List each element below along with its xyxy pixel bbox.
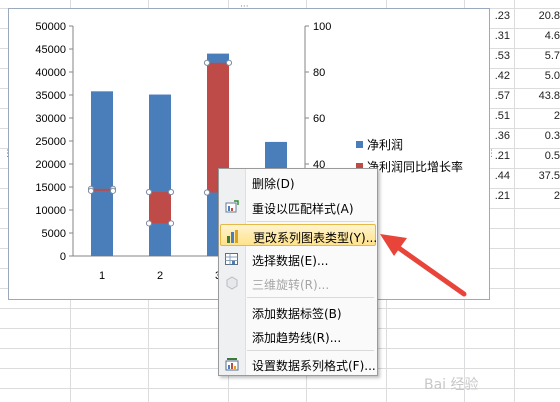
cell-e6[interactable]: .51 xyxy=(490,110,510,122)
y-left-tick-label: 15000 xyxy=(35,182,66,194)
cell-f5[interactable]: 43.8 xyxy=(520,90,560,102)
reset-style-icon xyxy=(225,200,239,213)
cell-f8[interactable]: 0.5 xyxy=(520,150,560,162)
series-selection-handle xyxy=(145,220,153,227)
chart-resize-handle-left[interactable]: ⋮ xyxy=(3,150,12,159)
cell-e1[interactable]: .23 xyxy=(490,10,510,22)
bar-chart-icon xyxy=(227,230,238,243)
format-series-icon xyxy=(225,358,239,371)
y-left-tick-label: 50000 xyxy=(35,21,66,33)
y-left-tick-label: 40000 xyxy=(35,67,66,79)
cell-f7[interactable]: 0.3 xyxy=(520,130,560,142)
menu-item-format-data-series[interactable]: 设置数据系列格式(F)... xyxy=(220,353,376,375)
cell-f2[interactable]: 4.6 xyxy=(520,30,560,42)
menu-item-label: 更改系列图表类型(Y)... xyxy=(253,231,378,245)
series-selection-handle xyxy=(167,188,175,196)
cell-e4[interactable]: .42 xyxy=(490,70,510,82)
cell-f4[interactable]: 5.0 xyxy=(520,70,560,82)
bar-net-profit xyxy=(91,91,113,256)
menu-item-label: 选择数据(E)... xyxy=(252,254,329,268)
menu-item-label: 重设以匹配样式(A) xyxy=(252,202,354,216)
cell-f10[interactable]: 2 xyxy=(520,190,560,202)
cell-e7[interactable]: .36 xyxy=(490,130,510,142)
y-left-tick-label: 10000 xyxy=(35,205,66,217)
bar-net-profit xyxy=(149,94,171,256)
cell-f3[interactable]: 5.7 xyxy=(520,50,560,62)
menu-item-add-trendline[interactable]: 添加趋势线(R)... xyxy=(220,325,376,347)
y-left-tick-label: 45000 xyxy=(35,44,66,56)
menu-separator xyxy=(247,350,374,351)
y-left-tick-label: 20000 xyxy=(35,159,66,171)
chart-resize-handle-top[interactable]: ··· xyxy=(240,3,249,12)
series-selection-handle xyxy=(203,189,211,196)
watermark: Bai 经验 xyxy=(424,377,479,393)
y-right-tick-label: 100 xyxy=(313,21,331,33)
x-tick-label: 1 xyxy=(99,270,105,282)
menu-item-select-data[interactable]: 选择数据(E)... xyxy=(220,248,376,270)
cell-e9[interactable]: .44 xyxy=(490,170,510,182)
context-menu: 删除(D) 重设以匹配样式(A) 更改系列图表类型(Y)... 选择数据(E).… xyxy=(218,168,378,376)
series-selection-handle xyxy=(225,59,233,66)
cell-e5[interactable]: .57 xyxy=(490,90,510,102)
cell-f1[interactable]: 20.8 xyxy=(520,10,560,22)
menu-item-label: 三维旋转(R)... xyxy=(252,278,330,292)
y-left-tick-label: 30000 xyxy=(35,113,66,125)
series-selection-handle xyxy=(167,220,175,227)
chart-resize-handle-right[interactable]: ⋮ xyxy=(487,150,496,159)
menu-item-label: 添加趋势线(R)... xyxy=(252,331,342,345)
menu-item-label: 添加数据标签(B) xyxy=(252,307,342,321)
legend-item-net-profit[interactable]: 净利润 xyxy=(356,136,403,153)
legend-label: 净利润同比增长率 xyxy=(367,160,464,174)
cell-f6[interactable]: 2 xyxy=(520,110,560,122)
cell-e10[interactable]: .21 xyxy=(490,190,510,202)
menu-separator xyxy=(247,221,374,222)
legend-label: 净利润 xyxy=(367,138,404,152)
series-selection-handle xyxy=(109,187,117,194)
y-left-tick-label: 35000 xyxy=(35,90,66,102)
y-left-tick-label: 25000 xyxy=(35,136,66,148)
bar-growth-rate xyxy=(91,188,113,191)
x-tick-label: 2 xyxy=(157,270,163,282)
cell-f9[interactable]: 37.5 xyxy=(520,170,560,182)
menu-item-delete[interactable]: 删除(D) xyxy=(220,171,376,193)
select-data-icon xyxy=(225,253,238,265)
y-right-tick-label: 60 xyxy=(313,113,325,125)
y-left-tick-label: 0 xyxy=(60,251,66,263)
menu-item-add-data-labels[interactable]: 添加数据标签(B) xyxy=(220,301,376,323)
series-selection-handle xyxy=(87,187,95,194)
y-left-tick-label: 5000 xyxy=(42,228,66,240)
y-right-tick-label: 80 xyxy=(313,67,325,79)
menu-item-change-series-chart-type[interactable]: 更改系列图表类型(Y)... xyxy=(220,224,378,246)
menu-item-3d-rotation[interactable]: 三维旋转(R)... xyxy=(220,272,376,294)
menu-item-reset-style[interactable]: 重设以匹配样式(A) xyxy=(220,196,376,218)
series-selection-handle xyxy=(145,188,153,196)
rotate-3d-icon xyxy=(226,276,238,290)
legend-swatch-blue xyxy=(356,141,363,148)
menu-item-label: 设置数据系列格式(F)... xyxy=(252,359,376,373)
menu-item-label: 删除(D) xyxy=(252,177,295,191)
cell-e3[interactable]: .53 xyxy=(490,50,510,62)
bar-growth-rate xyxy=(149,192,171,224)
cell-e2[interactable]: .31 xyxy=(490,30,510,42)
series-selection-handle xyxy=(203,59,211,66)
menu-separator xyxy=(247,297,374,298)
